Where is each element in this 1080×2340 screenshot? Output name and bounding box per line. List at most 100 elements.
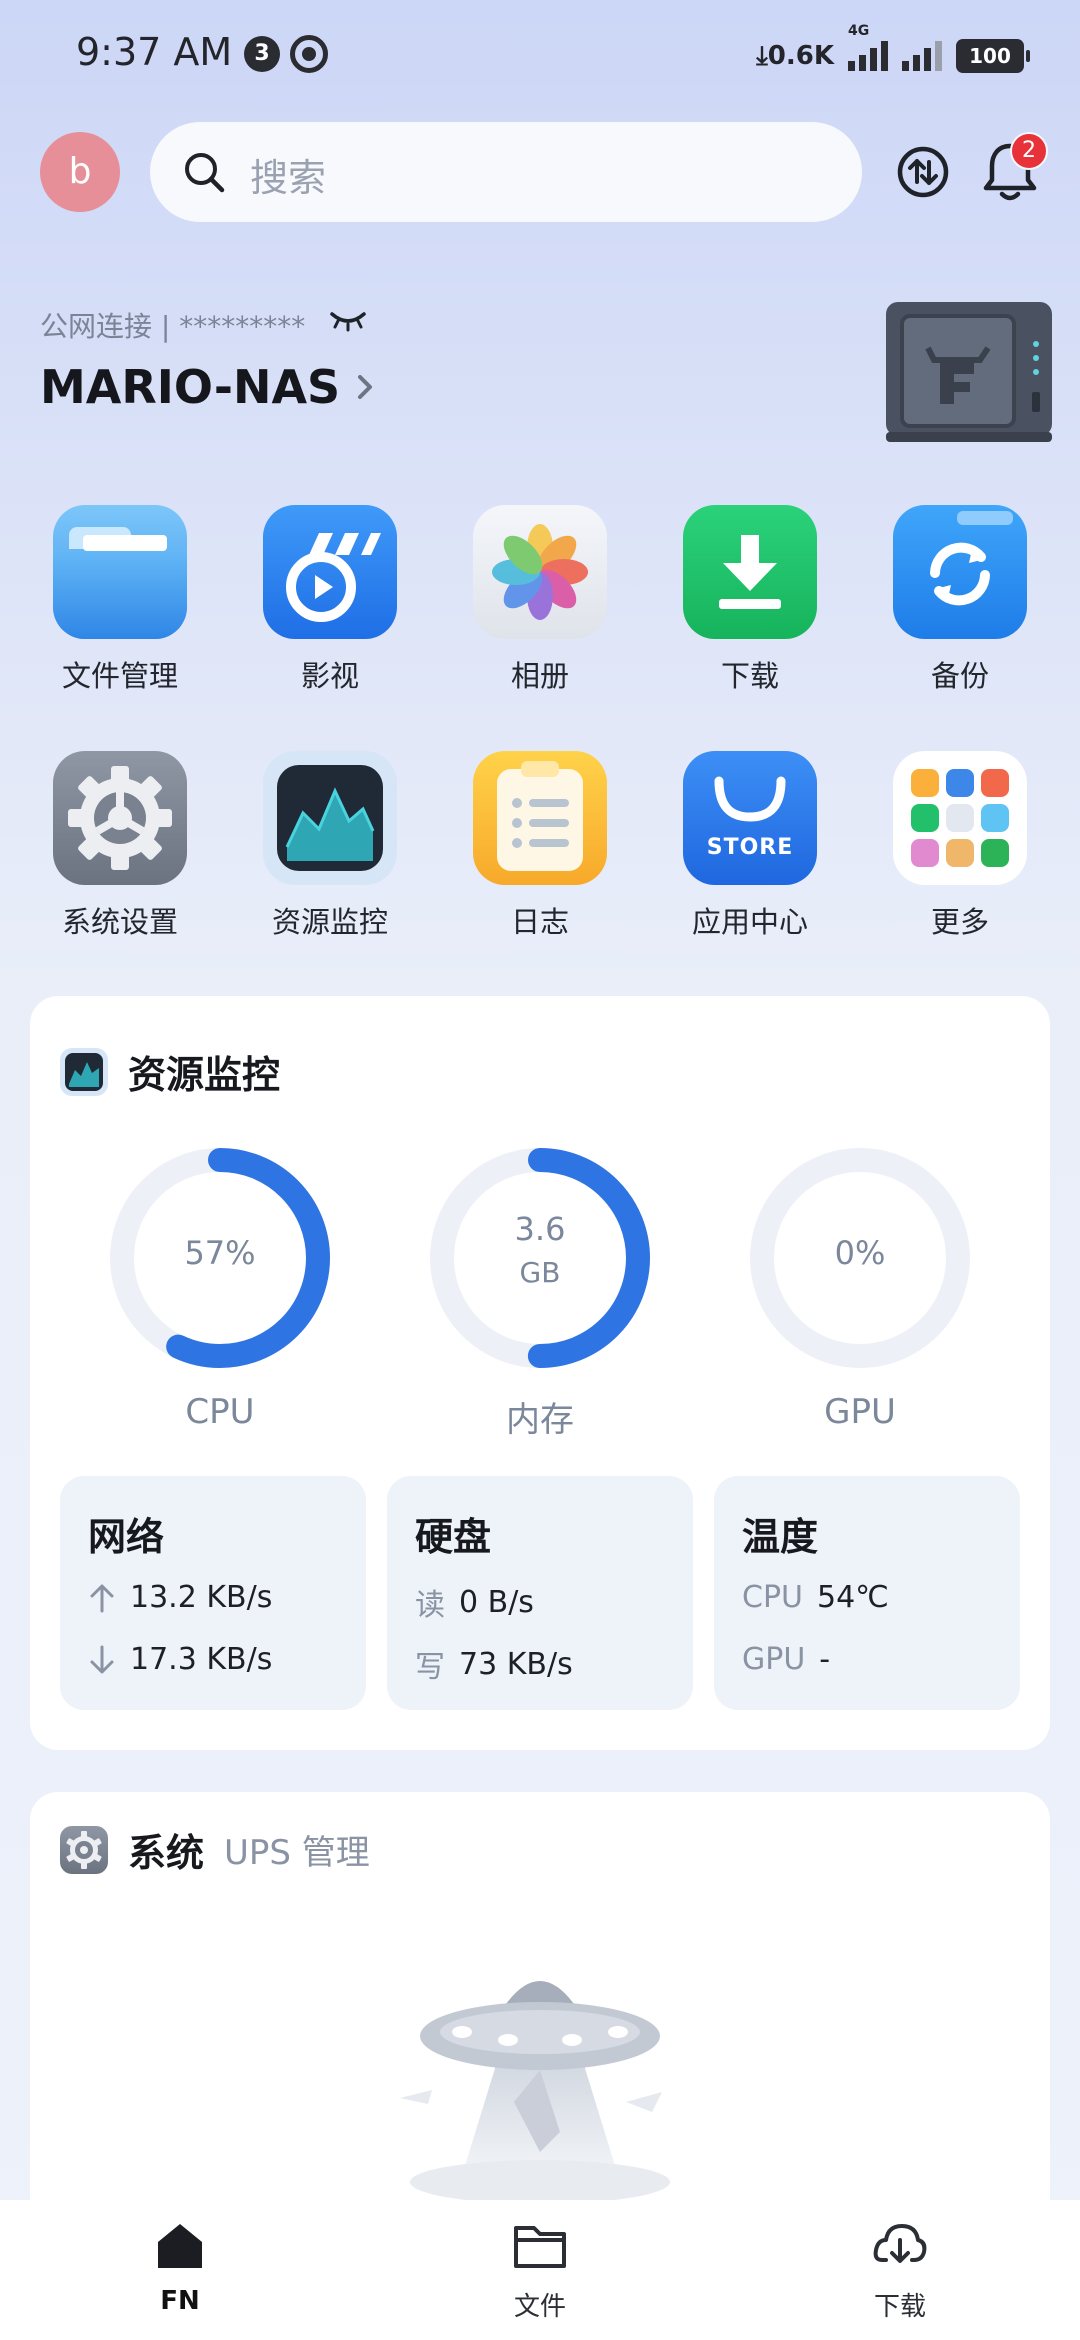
backup-icon: [893, 505, 1027, 639]
network-stat: 网络 13.2 KB/s 17.3 KB/s: [60, 1476, 366, 1710]
app-label: 应用中心: [691, 905, 808, 939]
video-icon: [263, 505, 397, 639]
battery-icon: 100: [956, 39, 1030, 73]
search-input[interactable]: 搜索: [150, 122, 862, 222]
resource-monitor-title: 资源监控: [128, 1053, 281, 1097]
tab-label: FN: [160, 2286, 200, 2316]
top-bar: b 搜索 2: [0, 122, 1080, 226]
disk-read-value: 0 B/s: [459, 1584, 534, 1620]
settings-icon: [60, 1825, 108, 1874]
network-download: 17.3 KB/s: [88, 1642, 272, 1677]
settings-icon: [53, 751, 187, 885]
folder-outline-icon: [514, 2226, 566, 2268]
download-speed-value: 17.3 KB/s: [130, 1642, 273, 1677]
tab-fn[interactable]: FN: [100, 2220, 260, 2316]
notification-count-badge: 3: [244, 36, 280, 72]
photos-icon: [473, 505, 607, 639]
cpu-temp-key: CPU: [742, 1580, 803, 1615]
signal-icon: 4G: [848, 23, 888, 71]
temperature-title: 温度: [742, 1515, 819, 1559]
signal-icon-2: [902, 41, 942, 71]
cpu-temp-value: 54℃: [817, 1580, 889, 1615]
record-icon: [290, 35, 328, 73]
log-icon: [473, 751, 607, 885]
disk-title: 硬盘: [415, 1515, 492, 1559]
status-indicators: ⤓0.6K 4G 100: [756, 23, 1030, 76]
gpu-value: 0%: [834, 1234, 886, 1272]
app-photos[interactable]: 相册: [440, 505, 640, 695]
disk-write-value: 73 KB/s: [459, 1646, 573, 1682]
download-circle-icon: [873, 2224, 927, 2263]
device-name: MARIO-NAS: [40, 360, 341, 414]
app-label: 资源监控: [271, 905, 388, 939]
app-label: 备份: [930, 659, 989, 693]
cpu-label: CPU: [185, 1392, 255, 1432]
app-label: 更多: [930, 905, 989, 939]
store-badge-text: STORE: [706, 835, 794, 860]
app-log[interactable]: 日志: [440, 751, 640, 941]
gpu-temp-key: GPU: [742, 1642, 806, 1677]
download-icon: [683, 505, 817, 639]
disk-read: 读 0 B/s: [415, 1580, 534, 1624]
folder-icon: [53, 505, 187, 639]
app-label: 文件管理: [61, 659, 178, 693]
home-icon: [158, 2224, 202, 2268]
cpu-value: 57%: [184, 1234, 256, 1272]
card-title: 资源监控: [60, 1044, 280, 1099]
tab-files[interactable]: 文件: [460, 2220, 620, 2323]
resource-monitor-card[interactable]: 资源监控 57% CPU 3.6 GB 内存 0% GPU 网络 13.2 KB…: [30, 996, 1050, 1750]
memory-gauge: 3.6 GB 内存: [420, 1138, 660, 1441]
connection-label: 公网连接 | *********: [40, 310, 306, 343]
device-name-link[interactable]: MARIO-NAS: [40, 360, 378, 414]
arrow-up-icon: [90, 1584, 114, 1612]
tab-download[interactable]: 下载: [820, 2220, 980, 2323]
cpu-temperature: CPU 54℃: [742, 1580, 889, 1615]
memory-unit: GB: [519, 1256, 561, 1289]
network-upload: 13.2 KB/s: [88, 1580, 272, 1615]
network-title: 网络: [88, 1515, 165, 1559]
upload-speed: 13.2 KB/s: [130, 1580, 273, 1615]
disk-write: 写 73 KB/s: [415, 1642, 573, 1686]
app-video[interactable]: 影视: [230, 505, 430, 695]
app-store[interactable]: STORE 应用中心: [650, 751, 850, 941]
disk-write-key: 写: [415, 1650, 445, 1685]
memory-value: 3.6: [514, 1210, 566, 1248]
app-system-settings[interactable]: 系统设置: [20, 751, 220, 941]
card-title: 系统 UPS 管理: [60, 1822, 370, 1877]
chevron-right-icon: [358, 375, 373, 399]
avatar[interactable]: b: [40, 132, 120, 212]
nas-device-image: [886, 302, 1052, 442]
app-label: 相册: [510, 659, 569, 693]
monitor-icon: [60, 1047, 108, 1096]
app-resource-monitor[interactable]: 资源监控: [230, 751, 430, 941]
transfer-icon[interactable]: [895, 144, 951, 200]
network-type: 4G: [848, 23, 870, 39]
status-bar: 9:37 AM 3 ⤓0.6K 4G 100: [0, 0, 1080, 110]
app-label: 下载: [720, 659, 779, 693]
app-label: 系统设置: [61, 905, 178, 939]
arrow-down-icon: [90, 1645, 114, 1673]
app-more[interactable]: 更多: [860, 751, 1060, 941]
app-file-manager[interactable]: 文件管理: [20, 505, 220, 695]
monitor-icon: [263, 751, 397, 885]
memory-label: 内存: [506, 1400, 574, 1440]
gpu-label: GPU: [824, 1392, 896, 1432]
system-card[interactable]: 系统 UPS 管理: [30, 1792, 1050, 2252]
app-label: 影视: [300, 659, 359, 693]
tab-label: 文件: [513, 2292, 566, 2322]
disk-read-key: 读: [415, 1588, 445, 1623]
system-subtitle: UPS 管理: [224, 1833, 370, 1873]
notification-badge: 2: [1010, 132, 1048, 170]
cpu-gauge: 57% CPU: [100, 1138, 340, 1432]
gpu-temperature: GPU -: [742, 1642, 830, 1677]
app-backup[interactable]: 备份: [860, 505, 1060, 695]
app-label: 日志: [510, 905, 569, 939]
ufo-empty-illustration: [400, 1981, 670, 2204]
eye-closed-icon[interactable]: [328, 308, 368, 332]
search-icon: [185, 153, 225, 193]
system-title: 系统: [128, 1831, 205, 1875]
app-download[interactable]: 下载: [650, 505, 850, 695]
disk-stat: 硬盘 读 0 B/s 写 73 KB/s: [387, 1476, 693, 1710]
search-placeholder: 搜索: [250, 156, 327, 200]
tab-label: 下载: [873, 2292, 926, 2322]
